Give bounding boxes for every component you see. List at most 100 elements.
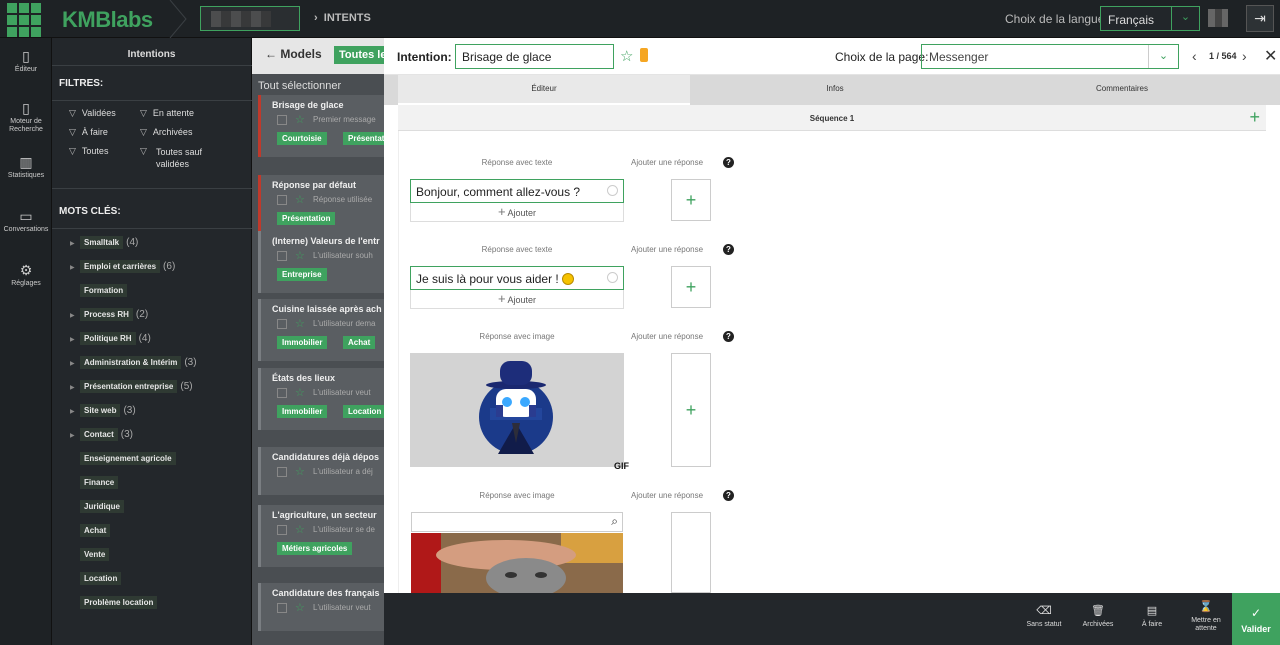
keyword-item[interactable]: Finance [70, 476, 121, 489]
intent-card[interactable]: L'agriculture, un secteur ☆ L'utilisateur … [258, 505, 384, 567]
intent-checkbox[interactable] [277, 603, 287, 613]
keyword-item[interactable]: ▶ Smalltalk (4) [70, 236, 138, 249]
keyword-item[interactable]: ▶ Site web (3) [70, 404, 136, 417]
filter-all-except-validated[interactable]: ▽ Toutes sauf validées [140, 146, 210, 170]
star-icon[interactable]: ☆ [295, 523, 305, 536]
search-icon[interactable]: ⌕ [611, 514, 618, 529]
star-icon[interactable]: ☆ [295, 113, 305, 126]
page-select[interactable]: Messenger ⌄ [921, 44, 1179, 69]
star-icon[interactable]: ☆ [295, 386, 305, 399]
intent-card[interactable]: Candidatures déjà dépos ☆ L'utilisateur a … [258, 447, 384, 495]
filter-archived[interactable]: ▽ Archivées [140, 127, 192, 138]
keyword-item[interactable]: Vente [70, 548, 112, 561]
all-intents-button[interactable]: Toutes les [334, 46, 384, 64]
image-response[interactable] [410, 353, 624, 467]
filter-validated[interactable]: ▽ Validées [69, 108, 116, 119]
intent-card[interactable]: Candidature des français ☆ L'utilisateur v… [258, 583, 384, 631]
select-all[interactable]: Tout sélectionner [258, 80, 341, 92]
user-avatar[interactable] [1208, 9, 1228, 27]
star-icon[interactable]: ☆ [295, 249, 305, 262]
check-icon: ✓ [1250, 606, 1262, 620]
tag-icon[interactable] [640, 48, 648, 62]
validate-button[interactable]: ✓ Valider [1232, 593, 1280, 645]
todo-button[interactable]: ▤ À faire [1122, 606, 1182, 629]
archive-button[interactable]: 🗑 Archivées [1068, 606, 1128, 629]
no-status-button[interactable]: ⌫ Sans statut [1014, 606, 1074, 629]
tab-editor[interactable]: Éditeur [398, 75, 690, 105]
add-sequence-button[interactable]: + [1249, 107, 1260, 128]
text-response-input[interactable]: Je suis là pour vous aider ! [410, 266, 624, 290]
intent-card[interactable]: Cuisine laissée après ach ☆ L'utilisateur … [258, 299, 384, 361]
image-preview[interactable] [411, 533, 623, 593]
keyword-count: (4) [138, 333, 151, 344]
keyword-item[interactable]: Location [70, 572, 124, 585]
prev-page-button[interactable]: ‹ [1192, 48, 1197, 64]
text-response-input[interactable]: Bonjour, comment allez-vous ? [410, 179, 624, 203]
intent-card[interactable]: Réponse par défaut ☆ Réponse utilisée Prése… [258, 175, 384, 237]
filter-all[interactable]: ▽ Toutes [69, 146, 108, 157]
nav-search-engine[interactable]: ▯ Moteur de Recherche [0, 100, 52, 134]
star-icon[interactable]: ☆ [295, 465, 305, 478]
keyword-item[interactable]: ▶ Process RH (2) [70, 308, 148, 321]
star-icon[interactable]: ☆ [295, 193, 305, 206]
intent-card[interactable]: Brisage de glace ☆ Premier message Courtois… [258, 95, 384, 157]
intent-checkbox[interactable] [277, 467, 287, 477]
intent-checkbox[interactable] [277, 195, 287, 205]
breadcrumb[interactable]: › INTENTS [314, 12, 371, 24]
keyword-item[interactable]: Problème location [70, 596, 160, 609]
intent-checkbox[interactable] [277, 525, 287, 535]
intent-checkbox[interactable] [277, 319, 287, 329]
emoji-icon[interactable] [607, 272, 618, 283]
star-icon[interactable]: ☆ [620, 47, 633, 65]
image-search-input[interactable]: ⌕ [411, 512, 623, 532]
nav-settings[interactable]: ⚙ Réglages [0, 262, 52, 288]
logout-button[interactable]: ⇥ [1246, 5, 1274, 32]
keyword-item[interactable]: Achat [70, 524, 113, 537]
intent-tag: Métiers agricoles [277, 542, 353, 555]
help-icon[interactable]: ? [723, 157, 734, 168]
keyword-item[interactable]: Formation [70, 284, 130, 297]
keyword-item[interactable]: ▶ Politique RH (4) [70, 332, 151, 345]
keyword-item[interactable]: ▶ Présentation entreprise (5) [70, 380, 193, 393]
help-icon[interactable]: ? [723, 244, 734, 255]
next-page-button[interactable]: › [1242, 48, 1247, 64]
intent-title: (Interne) Valeurs de l'entr [272, 236, 380, 246]
add-reply-button[interactable]: + [671, 353, 711, 467]
keyword-item[interactable]: ▶ Emploi et carrières (6) [70, 260, 175, 273]
intent-card[interactable]: (Interne) Valeurs de l'entr ☆ L'utilisateu… [258, 231, 384, 293]
intent-checkbox[interactable] [277, 115, 287, 125]
keyword-item[interactable]: ▶ Contact (3) [70, 428, 133, 441]
tab-infos[interactable]: Infos [690, 75, 980, 105]
add-reply-label: Ajouter une réponse [631, 332, 704, 341]
models-link[interactable]: ← Models [265, 47, 322, 61]
add-reply-button[interactable]: + [671, 266, 711, 308]
intent-name-input[interactable]: Brisage de glace [455, 44, 614, 69]
close-icon[interactable]: ✕ [1264, 46, 1277, 66]
nav-statistics[interactable]: ▥ Statistiques [0, 154, 52, 180]
intent-checkbox[interactable] [277, 251, 287, 261]
add-button[interactable]: + Ajouter [410, 203, 624, 222]
emoji-icon[interactable] [607, 185, 618, 196]
help-icon[interactable]: ? [723, 490, 734, 501]
keyword-item[interactable]: Enseignement agricole [70, 452, 179, 465]
tab-comments[interactable]: Commentaires [980, 75, 1264, 105]
image-response-label: Réponse avec image [479, 491, 555, 500]
intent-card[interactable]: États des lieux ☆ L'utilisateur veut Immobi… [258, 368, 384, 430]
intent-checkbox[interactable] [277, 388, 287, 398]
add-reply-button[interactable] [671, 512, 711, 593]
keyword-item[interactable]: ▶ Administration & Intérim (3) [70, 356, 197, 369]
help-icon[interactable]: ? [723, 331, 734, 342]
language-select[interactable]: Français ⌄ [1100, 6, 1200, 31]
filter-pending[interactable]: ▽ En attente [140, 108, 194, 119]
filter-todo[interactable]: ▽ À faire [69, 127, 108, 138]
star-icon[interactable]: ☆ [295, 601, 305, 614]
project-selector[interactable] [200, 6, 300, 31]
add-button[interactable]: + Ajouter [410, 290, 624, 309]
app-grid-icon[interactable] [6, 2, 42, 37]
nav-conversations[interactable]: ▭ Conversations [0, 208, 52, 234]
pending-button[interactable]: ⌛ Mettre en attente [1176, 602, 1236, 633]
nav-editor[interactable]: ▯ Éditeur [0, 48, 52, 74]
keyword-item[interactable]: Juridique [70, 500, 127, 513]
star-icon[interactable]: ☆ [295, 317, 305, 330]
add-reply-button[interactable]: + [671, 179, 711, 221]
